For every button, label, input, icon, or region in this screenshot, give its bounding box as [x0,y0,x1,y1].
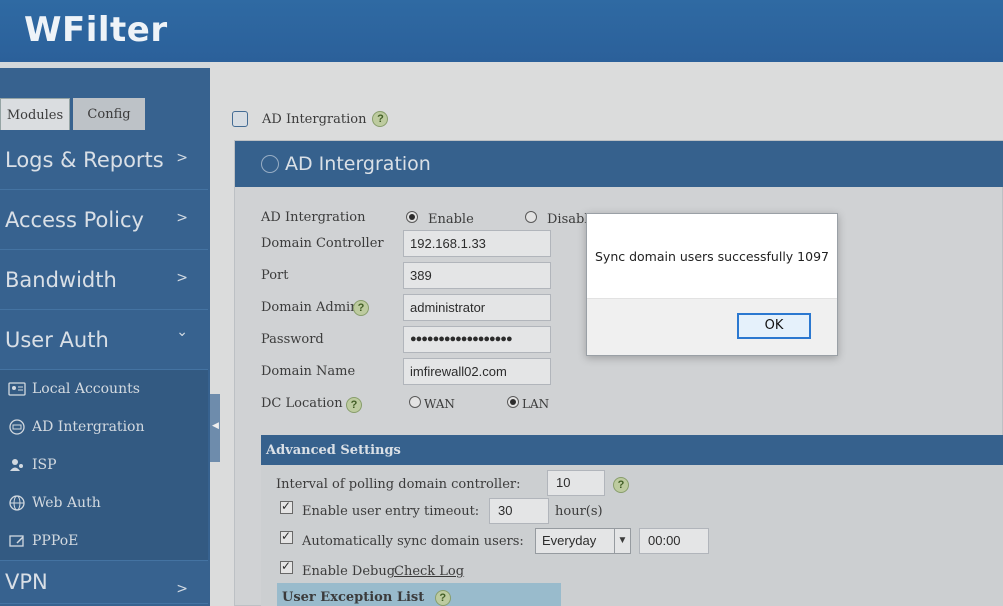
timeout-unit: hour(s) [555,504,603,519]
help-icon[interactable]: ? [353,300,369,316]
breadcrumb: AD Intergration ? [232,107,389,131]
ad-intergration-label: AD Intergration [261,210,366,225]
chevron-right-icon: > [176,581,188,597]
disable-radio[interactable] [525,211,537,223]
help-icon[interactable]: ? [346,397,362,413]
password-input[interactable]: ●●●●●●●●●●●●●●●●●● [403,326,551,353]
domain-name-label: Domain Name [261,364,356,379]
sidebar-divider [0,62,210,68]
disable-label: Disabl [547,212,589,227]
sync-time-input[interactable]: 00:00 [639,528,709,554]
domain-controller-label: Domain Controller [261,236,384,251]
help-icon[interactable]: ? [372,111,389,127]
sidebar-collapse-handle[interactable]: ◀ [210,394,220,462]
sidebar-item-label: Access Policy [5,207,144,232]
domain-controller-input[interactable]: 192.168.1.33 [403,230,551,257]
sidebar-item-label: VPN [5,570,48,594]
sync-result-dialog: Sync domain users successfully 1097 OK [586,213,838,356]
ad-icon [8,419,26,435]
ok-button[interactable]: OK [737,313,811,339]
sidebar-item-bandwidth[interactable]: Bandwidth > [0,250,208,310]
advanced-settings-header: Advanced Settings [261,435,1003,465]
id-card-icon [8,381,26,397]
chevron-right-icon: > [176,270,188,286]
breadcrumb-label: AD Intergration [262,111,367,127]
polling-label: Interval of polling domain controller: [276,477,521,492]
sidebar-subitem-label: Web Auth [32,495,101,511]
sidebar-item-label: Logs & Reports [5,147,164,172]
lan-label: LAN [522,397,550,411]
timeout-input[interactable]: 30 [489,498,549,524]
sidebar-subitem-label: ISP [32,457,57,473]
sidebar-subitem-pppoe[interactable]: PPPoE [0,522,208,560]
help-icon[interactable]: ? [434,589,451,606]
ad-icon [232,111,248,127]
panel-header: AD Intergration [235,141,1003,187]
globe-icon [8,495,26,511]
domain-admin-label: Domain Admin [261,300,359,315]
user-auth-submenu: Local Accounts AD Intergration ISP Web A… [0,370,208,560]
domain-name-input[interactable]: imfirewall02.com [403,358,551,385]
sidebar-subitem-web-auth[interactable]: Web Auth [0,484,208,522]
chevron-left-icon: ◀ [212,420,219,430]
debug-label: Enable Debug [302,564,396,579]
advanced-settings: Advanced Settings Interval of polling do… [261,435,1003,606]
tab-modules[interactable]: Modules [0,98,70,130]
chevron-right-icon: > [176,150,188,166]
user-exception-list-header: User Exception List ? [277,583,561,606]
pppoe-icon [8,533,26,549]
sidebar-subitem-label: AD Intergration [32,419,145,435]
dialog-footer: OK [587,298,837,355]
wan-radio[interactable] [409,396,421,408]
sidebar-item-vpn[interactable]: VPN > [0,560,208,604]
app-header: WFilter [0,0,1003,62]
sync-frequency-select[interactable]: Everyday ▼ [535,528,631,554]
chevron-down-icon: ⌄ [176,324,188,340]
polling-interval-input[interactable]: 10 [547,470,605,496]
sidebar-item-access-policy[interactable]: Access Policy > [0,190,208,250]
port-label: Port [261,268,289,283]
sidebar-item-label: User Auth [5,327,109,352]
domain-admin-input[interactable]: administrator [403,294,551,321]
enable-radio[interactable] [406,211,418,223]
debug-checkbox[interactable] [280,559,293,574]
wan-label: WAN [424,397,455,411]
sidebar-subitem-isp[interactable]: ISP [0,446,208,484]
ad-icon [261,155,279,173]
sidebar-tabs: Modules Config [0,98,210,130]
password-label: Password [261,332,324,347]
help-icon[interactable]: ? [613,477,629,493]
sidebar-nav: Logs & Reports > Access Policy > Bandwid… [0,130,208,604]
sidebar-subitem-ad-intergration[interactable]: AD Intergration [0,408,208,446]
tab-config[interactable]: Config [73,98,145,130]
sidebar-subitem-label: PPPoE [32,533,79,549]
port-input[interactable]: 389 [403,262,551,289]
exception-title: User Exception List [282,590,425,605]
sidebar-item-user-auth[interactable]: User Auth ⌄ [0,310,208,370]
sidebar-subitem-local-accounts[interactable]: Local Accounts [0,370,208,408]
page-title: AD Intergration [285,153,431,175]
chevron-right-icon: > [176,210,188,226]
sidebar-item-logs-reports[interactable]: Logs & Reports > [0,130,208,190]
timeout-checkbox[interactable] [280,499,293,514]
dialog-message: Sync domain users successfully 1097 [595,248,829,264]
sync-label: Automatically sync domain users: [302,534,524,549]
user-group-icon [8,457,26,473]
chevron-down-icon: ▼ [614,529,630,553]
lan-radio[interactable] [507,396,519,408]
brand-logo: WFilter [24,10,168,50]
check-log-link[interactable]: Check Log [394,564,464,579]
dc-location-label: DC Location [261,396,343,411]
sync-frequency-value: Everyday [542,533,597,548]
enable-label: Enable [428,212,474,227]
sync-checkbox[interactable] [280,529,293,544]
sidebar-item-label: Bandwidth [5,267,117,292]
ad-intergration-panel: AD Intergration AD Intergration Enable D… [234,140,1003,606]
timeout-label: Enable user entry timeout: [302,504,480,519]
sidebar: Modules Config Logs & Reports > Access P… [0,62,210,606]
sidebar-subitem-label: Local Accounts [32,381,140,397]
